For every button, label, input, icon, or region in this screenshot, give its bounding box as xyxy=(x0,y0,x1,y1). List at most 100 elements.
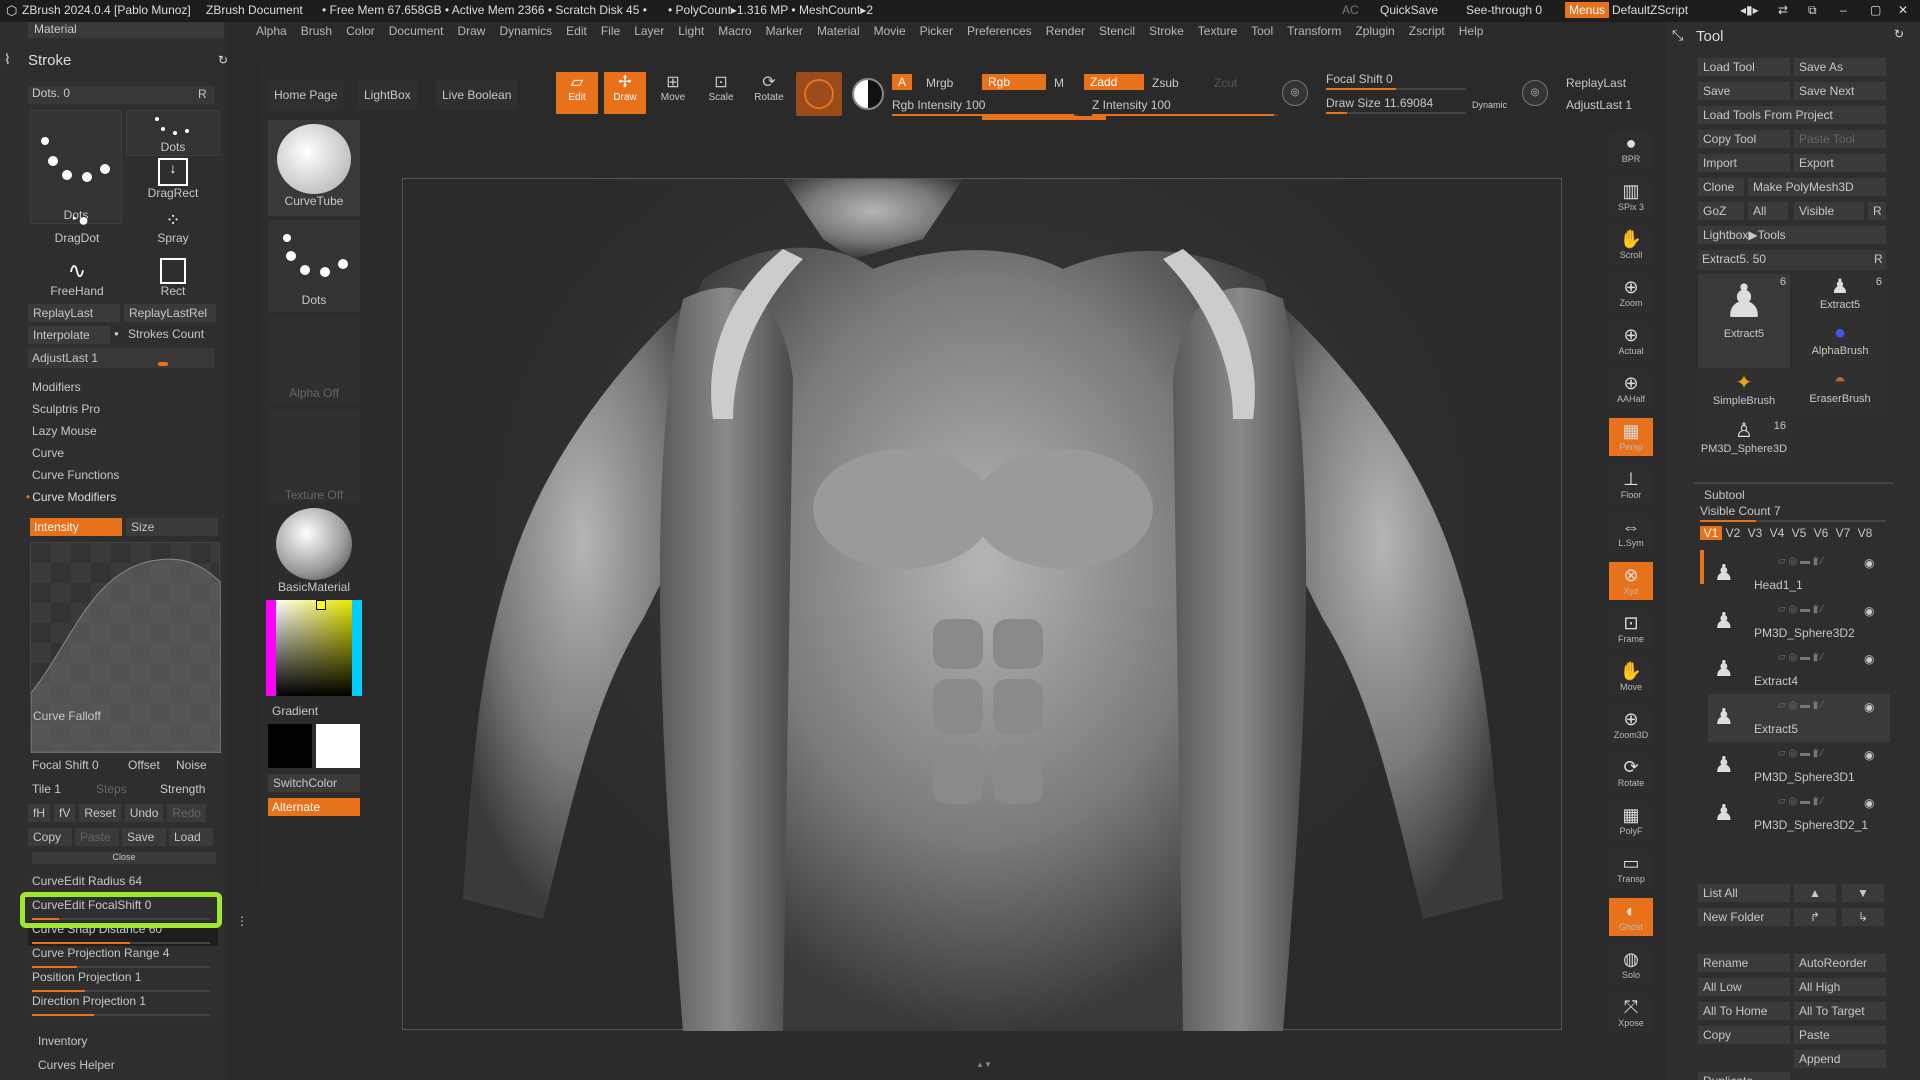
curvetube-brush[interactable]: CurveTube xyxy=(268,120,360,216)
menu-macro[interactable]: Macro xyxy=(718,24,751,38)
quicksave-button[interactable]: QuickSave xyxy=(1380,3,1438,17)
curve-save-button[interactable]: Save xyxy=(122,828,166,846)
menu-help[interactable]: Help xyxy=(1459,24,1484,38)
a-toggle[interactable]: A xyxy=(892,74,913,90)
rotate-mode-button[interactable]: ⟳ Rotate xyxy=(748,72,790,114)
stroke-header[interactable]: Stroke xyxy=(28,52,71,69)
close-icon[interactable]: ✕ xyxy=(1898,3,1908,17)
param-direction-projection[interactable]: Direction Projection 1 xyxy=(28,994,218,1018)
curve-falloff-editor[interactable]: Curve Falloff xyxy=(30,542,221,753)
visibility-set-v5[interactable]: V5 xyxy=(1788,526,1810,540)
menu-edit[interactable]: Edit xyxy=(566,24,587,38)
primary-color-swatch[interactable] xyxy=(268,724,312,768)
edit-mode-button[interactable]: ▱ Edit xyxy=(556,72,598,114)
rgb-toggle[interactable]: Rgb xyxy=(982,74,1046,90)
move-out-icon[interactable]: ↳ xyxy=(1842,908,1884,926)
subtool-toggle-icon[interactable]: ▱ ◎ ▬ ▮ ⁄ xyxy=(1778,700,1823,711)
goz-r-button[interactable]: R xyxy=(1868,202,1886,220)
all-low-button[interactable]: All Low xyxy=(1698,978,1790,996)
view-floor[interactable]: ⊥ Floor xyxy=(1609,466,1653,504)
subtool-visibility-icon[interactable]: ◉ xyxy=(1864,556,1874,570)
menu-stroke[interactable]: Stroke xyxy=(1149,24,1184,38)
steps-slider[interactable]: Steps xyxy=(96,782,127,796)
subtool-scroll-indicator[interactable] xyxy=(1700,550,1704,584)
material-selector[interactable]: BasicMaterial xyxy=(268,508,360,596)
subpalette-lazy-mouse[interactable]: Lazy Mouse xyxy=(26,420,222,442)
subpalette-curve-functions[interactable]: Curve Functions xyxy=(26,464,222,486)
subtool-visibility-icon[interactable]: ◉ xyxy=(1864,748,1874,762)
hue-marker[interactable] xyxy=(316,600,326,610)
strokes-count-slider[interactable]: Strokes Count xyxy=(128,327,204,341)
subtool-toggle-icon[interactable]: ▱ ◎ ▬ ▮ ⁄ xyxy=(1778,796,1823,807)
subtool-toggle-icon[interactable]: ▱ ◎ ▬ ▮ ⁄ xyxy=(1778,604,1823,615)
switch-layout-icon[interactable]: ⇄ xyxy=(1778,3,1788,17)
tool-undock-icon[interactable]: ↻ xyxy=(1894,28,1904,40)
replaylastrel-button[interactable]: ReplayLastRel xyxy=(124,304,216,322)
rename-button[interactable]: Rename xyxy=(1698,954,1790,972)
intensity-tab[interactable]: Intensity xyxy=(30,518,122,536)
tool-header[interactable]: Tool xyxy=(1696,28,1724,45)
load-tool-button[interactable]: Load Tool xyxy=(1698,58,1790,76)
restore-layout-icon[interactable]: ⧉ xyxy=(1808,3,1817,18)
menu-document[interactable]: Document xyxy=(389,24,444,38)
move-down-icon[interactable]: ▼ xyxy=(1842,884,1884,902)
stroke-rect[interactable]: Rect xyxy=(136,258,210,304)
m-toggle[interactable]: M xyxy=(1054,76,1064,90)
all-to-home-button[interactable]: All To Home xyxy=(1698,1002,1790,1020)
duplicate-button[interactable]: Duplicate xyxy=(1698,1072,1790,1080)
goz-all-button[interactable]: All xyxy=(1748,202,1788,220)
visibility-set-v3[interactable]: V3 xyxy=(1744,526,1766,540)
copy-tool-button[interactable]: Copy Tool xyxy=(1698,130,1790,148)
lightbox-button[interactable]: LightBox xyxy=(358,80,417,110)
menu-transform[interactable]: Transform xyxy=(1287,24,1341,38)
subtool-item[interactable]: ♟ Extract4 ◉ ▱ ◎ ▬ ▮ ⁄ xyxy=(1708,646,1890,694)
view-spix-3[interactable]: ▥ SPix 3 xyxy=(1609,178,1653,216)
current-tool-reset[interactable]: R xyxy=(1874,252,1883,266)
subtool-header[interactable]: Subtool xyxy=(1704,488,1745,502)
subtool-toggle-icon[interactable]: ▱ ◎ ▬ ▮ ⁄ xyxy=(1778,748,1823,759)
minimize-icon[interactable]: – xyxy=(1840,3,1847,17)
view-polyf[interactable]: ▦ PolyF xyxy=(1609,802,1653,840)
view-actual[interactable]: ⊕ Actual xyxy=(1609,322,1653,360)
reset-dots-button[interactable]: R xyxy=(198,87,207,101)
subtool-item[interactable]: ♟ PM3D_Sphere3D2_1 ◉ ▱ ◎ ▬ ▮ ⁄ xyxy=(1708,790,1890,838)
view-move[interactable]: ✋ Move xyxy=(1609,658,1653,696)
tool-thumb-pm3d_sphere3d[interactable]: ♙ PM3D_Sphere3D 16 xyxy=(1698,418,1790,464)
make-polymesh-button[interactable]: Make PolyMesh3D xyxy=(1748,178,1886,196)
material-preview-button[interactable] xyxy=(796,72,842,116)
current-stroke-thumb[interactable]: Dots xyxy=(30,110,122,224)
lazy-mouse-icon[interactable]: ◎ xyxy=(1282,80,1308,106)
color-picker[interactable] xyxy=(266,600,362,696)
tile-slider[interactable]: Tile 1 xyxy=(32,782,61,796)
save-next-button[interactable]: Save Next xyxy=(1794,82,1886,100)
subtool-toggle-icon[interactable]: ▱ ◎ ▬ ▮ ⁄ xyxy=(1778,652,1823,663)
tool-thumb-extract5[interactable]: ♟ Extract5 6 xyxy=(1794,274,1886,320)
move-mode-button[interactable]: ⊞ Move xyxy=(652,72,694,114)
alpha-off[interactable]: Alpha Off xyxy=(268,318,360,402)
all-to-target-button[interactable]: All To Target xyxy=(1794,1002,1886,1020)
focal-shift-top-slider[interactable]: Focal Shift 0 xyxy=(1326,72,1476,90)
document-canvas[interactable]: ▲▼ xyxy=(362,140,1606,1070)
menu-picker[interactable]: Picker xyxy=(920,24,953,38)
autoreorder-button[interactable]: AutoReorder xyxy=(1794,954,1886,972)
menu-zplugin[interactable]: Zplugin xyxy=(1355,24,1394,38)
visibility-set-v4[interactable]: V4 xyxy=(1766,526,1788,540)
visibility-set-v1[interactable]: V1 xyxy=(1700,526,1722,540)
visibility-set-v8[interactable]: V8 xyxy=(1854,526,1876,540)
goz-button[interactable]: GoZ xyxy=(1698,202,1744,220)
adjustlast-slider[interactable]: AdjustLast 1 xyxy=(28,348,214,368)
tool-thumb-extract5[interactable]: ♟ Extract5 6 xyxy=(1698,274,1790,368)
subpalette-curve-modifiers[interactable]: • Curve Modifiers xyxy=(26,486,222,508)
tool-thumb-alphabrush[interactable]: ● AlphaBrush xyxy=(1794,322,1886,368)
layout-icon[interactable]: ◂▮▸ xyxy=(1740,3,1759,17)
size-tab[interactable]: Size xyxy=(126,518,218,536)
undock-icon[interactable]: ↻ xyxy=(218,54,228,66)
zadd-toggle[interactable]: Zadd xyxy=(1084,74,1144,90)
goz-visible-button[interactable]: Visible xyxy=(1794,202,1864,220)
live-boolean-button[interactable]: Live Boolean xyxy=(436,80,518,110)
current-tool-slider[interactable]: Extract5. 50 R xyxy=(1698,250,1886,270)
curves-helper-item[interactable]: Curves Helper xyxy=(38,1058,115,1072)
focal-shift-slider[interactable]: Focal Shift 0 xyxy=(32,758,99,772)
menu-render[interactable]: Render xyxy=(1046,24,1085,38)
dots-slider[interactable]: Dots. 0 R xyxy=(28,86,214,104)
